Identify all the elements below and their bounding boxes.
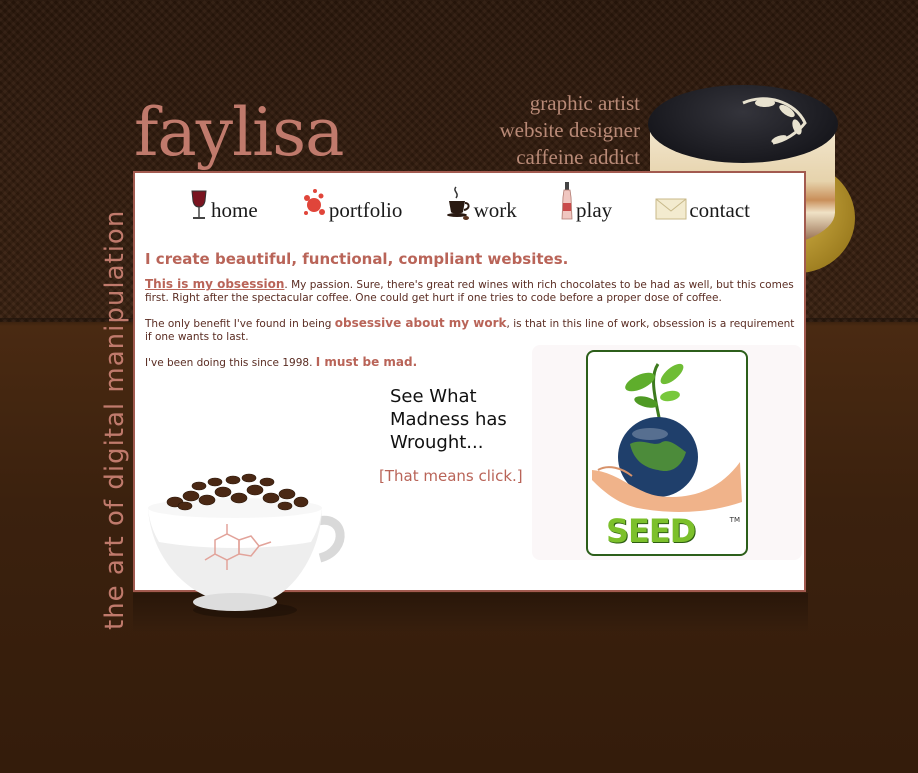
obsession-link[interactable]: This is my obsession	[145, 277, 284, 291]
paint-splat-icon	[303, 189, 325, 215]
tagline-line: caffeine addict	[516, 145, 640, 169]
globe-in-hand-icon	[592, 363, 742, 512]
since-text: I've been doing this since 1998.	[145, 357, 316, 369]
seed-promo-card[interactable]: SEED TM	[532, 345, 802, 560]
site-logo[interactable]: faylisa	[134, 100, 344, 166]
nav-portfolio[interactable]: portfolio	[301, 187, 403, 227]
benefit-highlight: obsessive about my work	[334, 316, 507, 330]
tagline-line: graphic artist	[529, 91, 640, 115]
madness-line: Madness has	[390, 409, 507, 430]
side-slogan: the art of digital manipulation	[100, 209, 130, 630]
nav-portfolio-label: portfolio	[328, 198, 403, 222]
madness-line: See What	[390, 386, 477, 407]
seed-logo-text: SEED	[606, 512, 696, 550]
nav-contact[interactable]: contact	[655, 187, 750, 227]
benefit-paragraph: The only benefit I've found in being obs…	[145, 317, 800, 344]
mad-highlight: I must be mad.	[315, 355, 418, 369]
madness-line: Wrought...	[390, 432, 484, 453]
coffee-bean-cup-icon	[148, 473, 345, 618]
nav-home-label: home	[211, 198, 258, 222]
main-nav: home portfolio work play contact	[189, 182, 750, 227]
nav-work-label: work	[473, 198, 517, 222]
madness-promo[interactable]: See What Madness has Wrought...	[390, 385, 507, 454]
nav-work[interactable]: work	[446, 186, 517, 227]
bottle-icon	[561, 182, 573, 220]
seed-image[interactable]: SEED TM	[586, 350, 748, 556]
click-note[interactable]: [That means click.]	[379, 467, 523, 485]
nav-home[interactable]: home	[189, 187, 258, 227]
nav-contact-label: contact	[689, 198, 750, 222]
benefit-text-start: The only benefit I've found in being	[145, 318, 335, 330]
intro-paragraph: This is my obsession. My passion. Sure, …	[145, 278, 800, 305]
wine-glass-icon	[191, 190, 207, 219]
tagline: graphic artist website designer caffeine…	[499, 90, 640, 171]
page-heading: I create beautiful, functional, complian…	[145, 250, 569, 268]
chocolate-swirl-icon	[742, 97, 807, 145]
coffee-cup-icon	[446, 186, 470, 220]
nav-play-label: play	[575, 198, 613, 222]
trademark-mark: TM	[729, 516, 740, 524]
envelope-icon	[655, 198, 687, 220]
tagline-line: website designer	[499, 118, 640, 142]
nav-play[interactable]: play	[560, 182, 613, 227]
